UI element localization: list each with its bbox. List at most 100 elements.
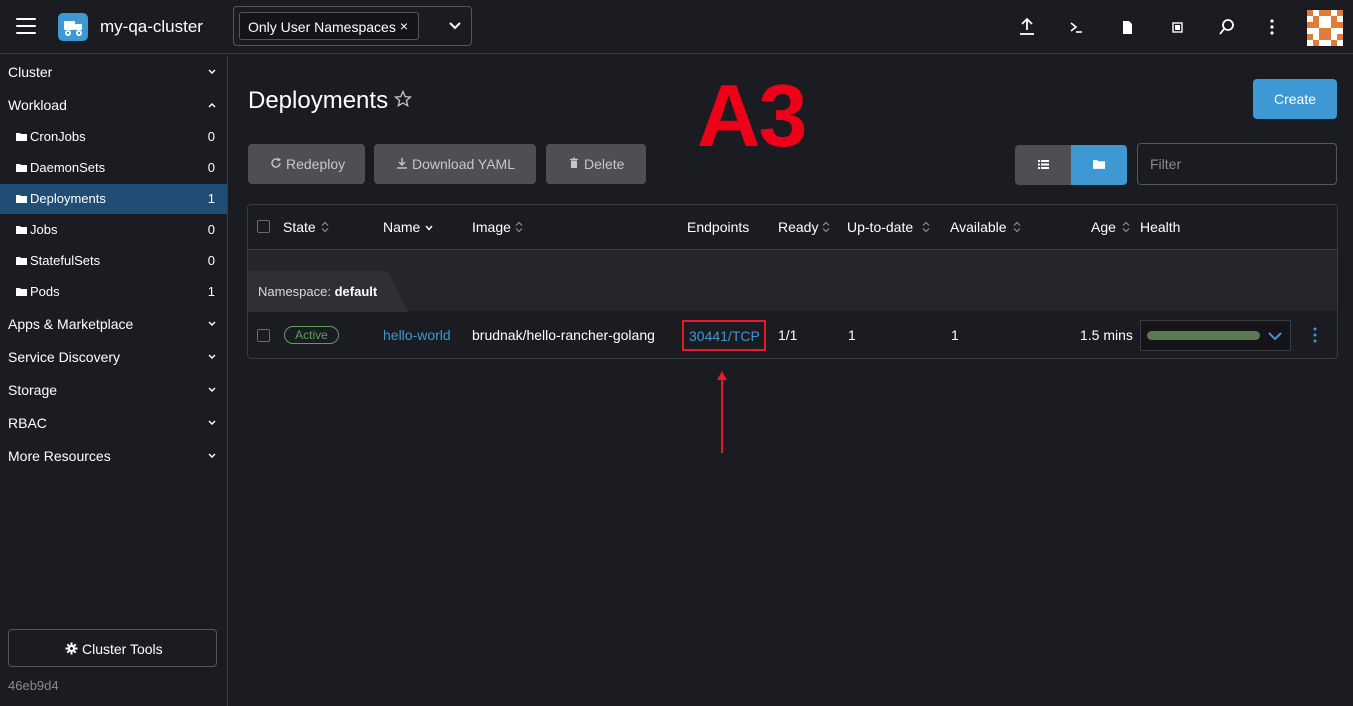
table-row[interactable]: Active hello-world brudnak/hello-rancher… [248,311,1337,359]
namespace-chip-label: Only User Namespaces [248,19,396,35]
chevron-down-icon [208,354,216,359]
column-header-image[interactable]: Image [472,219,511,235]
namespace-select[interactable]: Only User Namespaces × [233,6,472,46]
redeploy-button[interactable]: Redeploy [248,144,365,184]
sort-desc-icon[interactable] [425,221,433,233]
nav-group-label: Service Discovery [8,349,121,365]
sidebar-item-count: 0 [207,129,215,144]
top-header: my-qa-cluster Only User Namespaces × [0,0,1353,54]
deployment-name-link[interactable]: hello-world [383,327,451,343]
copy-config-icon[interactable] [1166,16,1188,38]
sidebar-item-statefulsets[interactable]: StatefulSets 0 [0,246,227,276]
more-vertical-icon[interactable] [1261,16,1283,38]
health-dropdown[interactable] [1140,320,1291,351]
sidebar-item-deployments[interactable]: Deployments 1 [0,184,227,214]
delete-button[interactable]: Delete [546,144,646,184]
group-by-namespace-button[interactable] [1071,145,1127,185]
column-header-name[interactable]: Name [383,219,420,235]
cluster-logo-icon [58,13,88,41]
chevron-up-icon [208,103,216,108]
column-header-health: Health [1140,219,1181,235]
sidebar-item-count: 0 [207,253,215,268]
sidebar-item-label: Jobs [30,222,58,237]
sidebar-item-jobs[interactable]: Jobs 0 [0,215,227,245]
annotation-label: A3 [697,66,807,165]
endpoint-highlight: 30441/TCP [682,320,766,351]
nav-group-storage[interactable]: Storage [0,375,227,405]
create-button[interactable]: Create [1253,79,1337,119]
folder-icon [16,257,27,265]
annotation-arrow [717,371,727,453]
image-cell: brudnak/hello-rancher-golang [472,327,655,343]
sidebar-item-pods[interactable]: Pods 1 [0,277,227,307]
chevron-down-icon [208,420,216,425]
sort-icon[interactable] [515,221,523,233]
endpoint-link[interactable]: 30441/TCP [689,328,760,344]
chevron-down-icon[interactable] [447,18,463,34]
nav-group-more-resources[interactable]: More Resources [0,441,227,471]
list-view-button[interactable] [1015,145,1071,185]
file-icon[interactable] [1116,16,1138,38]
filter-input[interactable] [1137,143,1337,185]
cluster-tools-button[interactable]: Cluster Tools [8,629,217,667]
row-checkbox[interactable] [257,329,270,342]
upload-icon[interactable] [1016,16,1038,38]
download-yaml-label: Download YAML [412,156,515,172]
nav-group-label: Workload [8,97,67,113]
sort-icon[interactable] [1122,221,1130,233]
sidebar-item-daemonsets[interactable]: DaemonSets 0 [0,153,227,183]
sidebar-item-cronjobs[interactable]: CronJobs 0 [0,122,227,152]
status-badge: Active [284,326,339,344]
nav-group-cluster[interactable]: Cluster [0,57,227,87]
sidebar-item-count: 0 [207,160,215,175]
nav-group-label: Apps & Marketplace [8,316,134,332]
nav-group-label: Cluster [8,64,53,80]
download-yaml-button[interactable]: Download YAML [374,144,536,184]
search-icon[interactable] [1216,16,1238,38]
select-all-checkbox[interactable] [257,220,270,233]
column-header-available[interactable]: Available [950,219,1007,235]
namespace-group-label: Namespace: default [258,284,378,299]
sort-icon[interactable] [922,221,930,233]
sidebar-item-label: Pods [30,284,60,299]
folder-icon [1093,160,1105,169]
chevron-down-icon [208,453,216,458]
sidebar-item-count: 1 [207,191,215,206]
namespace-remove-icon[interactable]: × [400,18,408,34]
ready-cell: 1/1 [778,327,798,343]
column-header-up-to-date[interactable]: Up-to-date [847,219,913,235]
sort-icon[interactable] [1013,221,1021,233]
column-header-age[interactable]: Age [1091,219,1116,235]
namespace-chip: Only User Namespaces × [239,12,419,40]
sidebar: Cluster Workload CronJobs 0 DaemonSets 0… [0,55,228,706]
user-avatar[interactable] [1307,10,1343,46]
column-header-ready[interactable]: Ready [778,219,818,235]
terminal-icon[interactable] [1066,16,1088,38]
column-header-state[interactable]: State [283,219,316,235]
cluster-tools-label: Cluster Tools [82,641,163,657]
nav-group-rbac[interactable]: RBAC [0,408,227,438]
chevron-down-icon [208,69,216,74]
folder-icon [16,226,27,234]
chevron-down-icon [208,387,216,392]
nav-group-workload[interactable]: Workload [0,90,227,120]
namespace-group: Namespace: default [248,249,1337,312]
trash-icon [570,157,578,168]
column-header-endpoints: Endpoints [687,219,750,235]
age-cell: 1.5 mins [1080,327,1133,343]
star-icon[interactable] [394,90,412,108]
nav-group-service-discovery[interactable]: Service Discovery [0,342,227,372]
sidebar-item-label: Deployments [30,191,106,206]
health-bar [1147,331,1260,340]
view-toggle [1015,145,1127,185]
deployments-table: State Name Image Endpoints Ready Up-to-d… [247,204,1338,359]
version-label: 46eb9d4 [8,678,59,693]
folder-icon [16,133,27,141]
sort-icon[interactable] [822,221,830,233]
sidebar-item-label: DaemonSets [30,160,106,175]
menu-icon[interactable] [16,18,36,34]
gear-icon [65,642,78,655]
sort-icon[interactable] [321,221,329,233]
nav-group-apps-marketplace[interactable]: Apps & Marketplace [0,309,227,339]
row-actions-icon[interactable] [1311,326,1319,344]
